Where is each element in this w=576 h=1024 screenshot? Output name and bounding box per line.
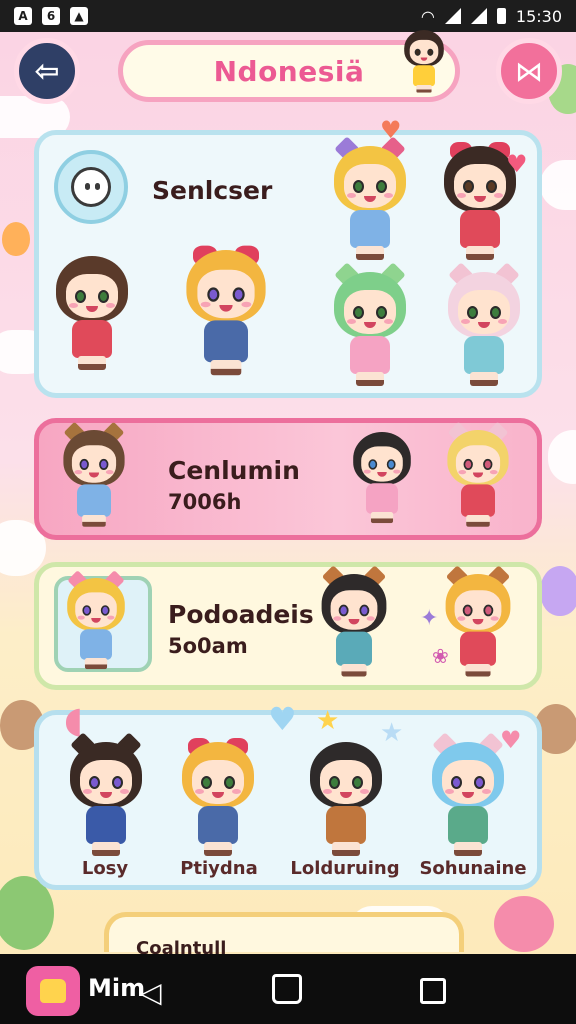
character-bear-ears[interactable] (60, 421, 128, 532)
balloon-decoration (540, 566, 576, 616)
character-losy[interactable] (66, 732, 146, 862)
balloon-decoration (2, 222, 30, 256)
cloud-decoration (540, 160, 576, 210)
wifi-icon: ◠ (420, 6, 435, 26)
app-icon (40, 979, 66, 1003)
heart-icon: ♥ (380, 116, 402, 144)
ghost-icon (71, 167, 111, 207)
nav-recents-button[interactable] (420, 978, 446, 1004)
character-blonde-cat[interactable] (330, 136, 410, 266)
flower-decoration (494, 896, 554, 952)
signal-icon (470, 8, 487, 24)
star-icon: ★ (316, 706, 340, 736)
ghost-avatar-button[interactable] (54, 150, 128, 224)
character-pink-hair[interactable] (444, 262, 524, 392)
character-green-hair[interactable] (330, 262, 410, 392)
character-sohunaine[interactable] (428, 732, 508, 862)
signal-icon (444, 8, 461, 24)
character-name: Sohunaine (419, 858, 527, 879)
character-blonde-bow[interactable] (182, 245, 270, 382)
heart-icon: ♥ (268, 700, 297, 738)
back-button[interactable]: ⇦ (14, 38, 80, 104)
system-nav-bar: Mim ◁ (0, 954, 576, 1024)
battery-icon (496, 8, 506, 24)
mascot-character (402, 30, 446, 96)
character-ptiydna[interactable] (178, 738, 258, 862)
character-lolduruing[interactable] (306, 742, 386, 862)
character-brown-hair[interactable] (52, 256, 132, 376)
swirl-icon: ❀ (432, 644, 449, 668)
app-label: Mim (88, 974, 146, 1002)
card-title: Podoadeis (168, 600, 314, 629)
character-dark-hair-fox[interactable] (318, 565, 390, 682)
bow-icon: ⋈ (515, 54, 543, 88)
character-name: Ptiydna (180, 858, 258, 879)
cloud-decoration (548, 430, 576, 484)
back-arrow-icon: ⇦ (34, 53, 60, 89)
nav-back-button[interactable]: ◁ (140, 976, 162, 1009)
notification-icons: A 6 ▲ (14, 7, 88, 25)
nav-home-button[interactable] (272, 974, 302, 1004)
star-icon: ✦ (420, 606, 439, 631)
page-title: Ndonesiä (213, 54, 365, 88)
app-shortcut-button[interactable] (26, 966, 80, 1016)
card-title: Cenlumin (168, 456, 300, 485)
app-notification-icon: ▲ (70, 7, 88, 25)
character-blonde-cat-2[interactable] (444, 421, 512, 532)
card-subtitle: 7006h (168, 490, 242, 514)
system-icons: ◠ 15:30 (421, 7, 562, 26)
character-dark-short-hair[interactable] (350, 432, 414, 528)
status-bar: A 6 ▲ ◠ 15:30 (0, 0, 576, 32)
character-name: Lolduruing (290, 858, 400, 879)
shop-button[interactable]: ⋈ (496, 38, 562, 104)
card-title: Senlcser (152, 176, 273, 205)
app-notification-icon: A (14, 7, 32, 25)
character-name: Losy (81, 858, 129, 879)
character-blonde-portrait[interactable] (64, 570, 128, 674)
card-title: Coalntull (136, 938, 227, 954)
character-blonde-fox[interactable] (442, 565, 514, 682)
heart-icon: ♥ (506, 150, 528, 178)
clock: 15:30 (515, 6, 562, 26)
card-subtitle: 5o0am (168, 634, 248, 658)
app-notification-icon: 6 (42, 7, 60, 25)
